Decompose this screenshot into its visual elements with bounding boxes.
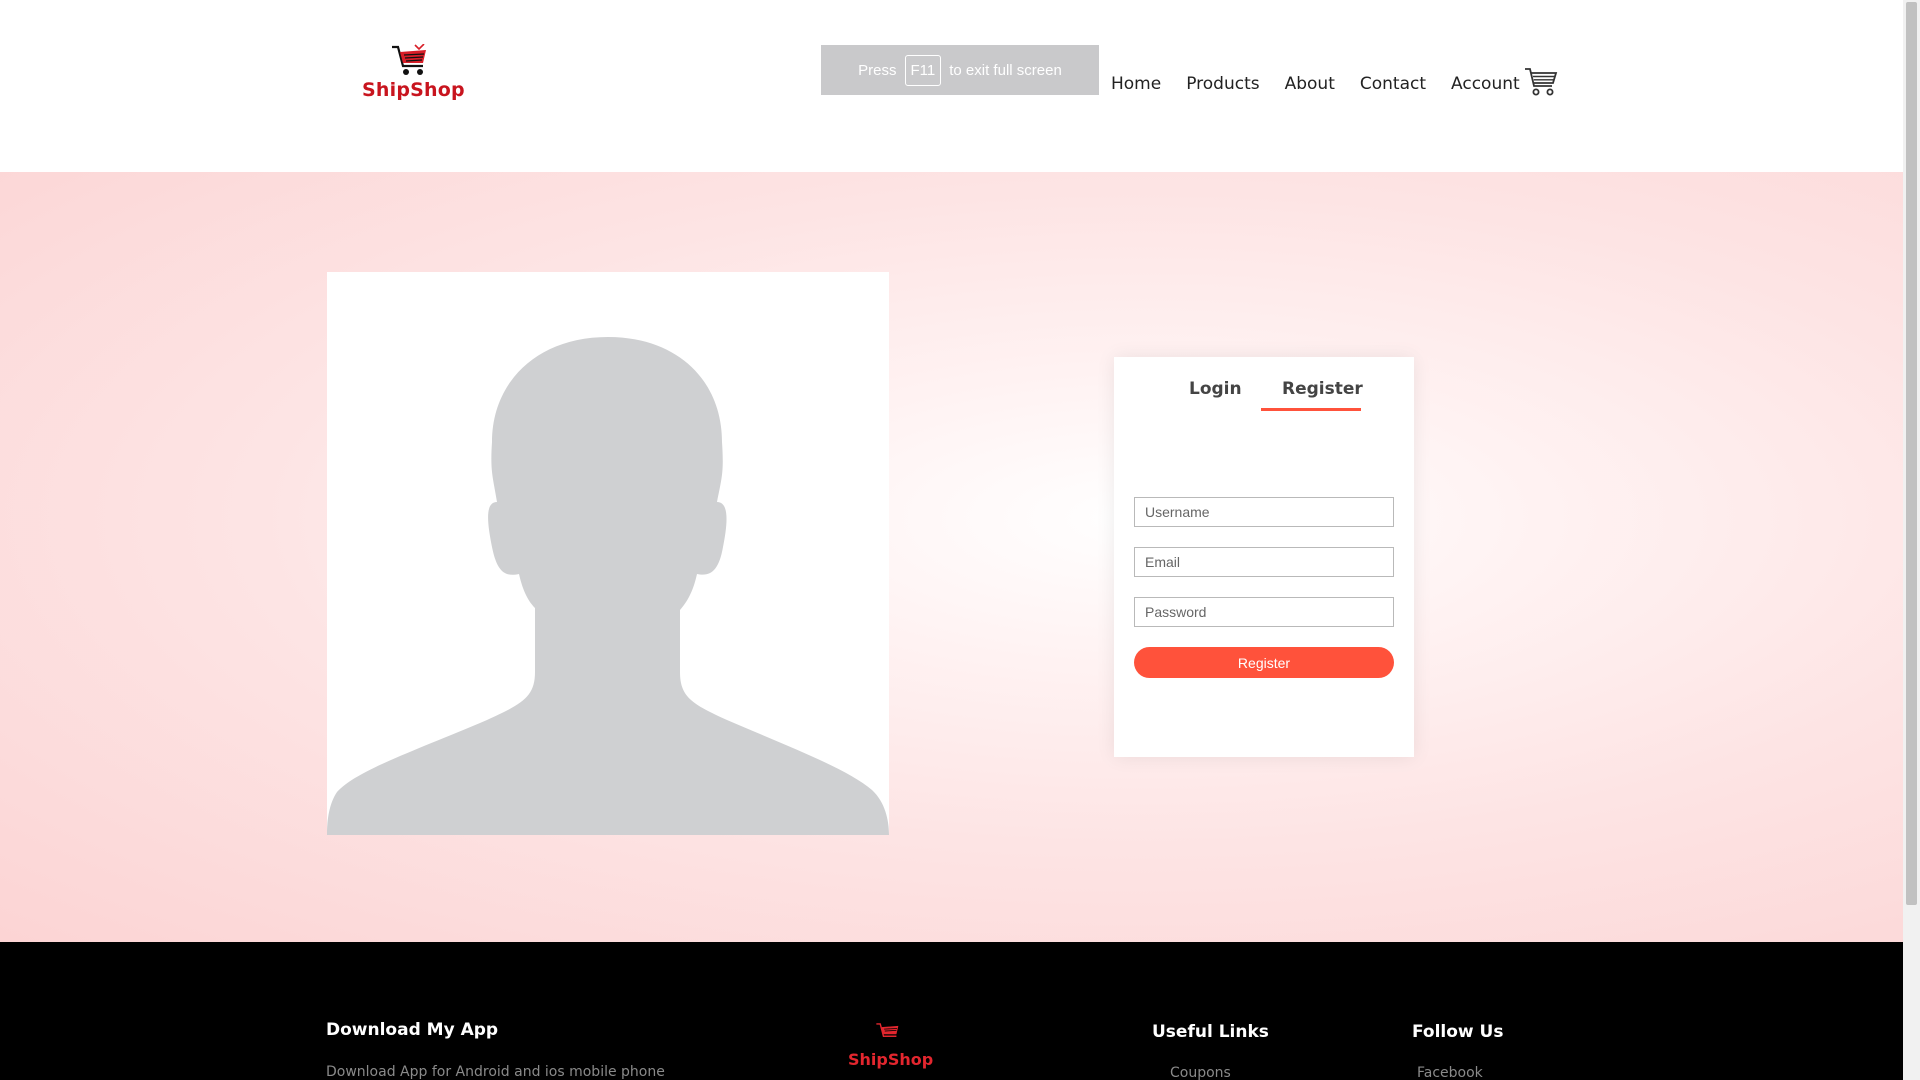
cart-logo-icon <box>876 1023 899 1037</box>
nav-contact[interactable]: Contact <box>1360 74 1426 94</box>
follow-us-heading: Follow Us <box>1412 1022 1504 1042</box>
fullscreen-notice: Press F11 to exit full screen <box>821 45 1099 95</box>
main-nav: Home Products About Contact Account <box>1111 74 1545 94</box>
page-scrollbar[interactable] <box>1903 0 1920 1080</box>
password-input[interactable] <box>1134 597 1394 627</box>
tab-login[interactable]: Login <box>1189 379 1242 399</box>
active-tab-indicator <box>1261 408 1361 411</box>
user-silhouette-icon <box>327 272 889 835</box>
nav-products[interactable]: Products <box>1186 74 1259 94</box>
nav-about[interactable]: About <box>1285 74 1335 94</box>
scrollbar-thumb[interactable] <box>1906 2 1917 905</box>
cart-icon[interactable] <box>1524 66 1558 98</box>
account-section: Login Register Register <box>0 172 1903 942</box>
useful-links-heading: Useful Links <box>1152 1022 1269 1042</box>
site-footer: Download My App Download App for Android… <box>0 942 1903 1080</box>
email-input[interactable] <box>1134 547 1394 577</box>
footer-logo-text: ShipShop <box>848 1050 934 1069</box>
nav-account[interactable]: Account <box>1451 74 1520 94</box>
auth-form-card: Login Register Register <box>1114 357 1414 757</box>
username-input[interactable] <box>1134 497 1394 527</box>
site-logo[interactable]: ShipShop <box>362 44 465 101</box>
footer-link-coupons[interactable]: Coupons <box>1170 1065 1231 1080</box>
tab-register[interactable]: Register <box>1282 379 1363 399</box>
logo-text: ShipShop <box>362 79 465 101</box>
nav-home[interactable]: Home <box>1111 74 1161 94</box>
footer-logo[interactable]: ShipShop <box>848 1022 934 1069</box>
fullscreen-key: F11 <box>904 54 942 86</box>
fullscreen-notice-suffix: to exit full screen <box>949 61 1062 79</box>
download-app-text: Download App for Android and ios mobile … <box>326 1064 665 1080</box>
download-app-heading: Download My App <box>326 1020 499 1040</box>
cart-logo-icon <box>392 44 426 75</box>
register-button[interactable]: Register <box>1134 647 1394 678</box>
site-header: ShipShop Press F11 to exit full screen H… <box>0 0 1903 172</box>
footer-link-facebook[interactable]: Facebook <box>1417 1065 1483 1080</box>
fullscreen-notice-prefix: Press <box>858 61 897 79</box>
